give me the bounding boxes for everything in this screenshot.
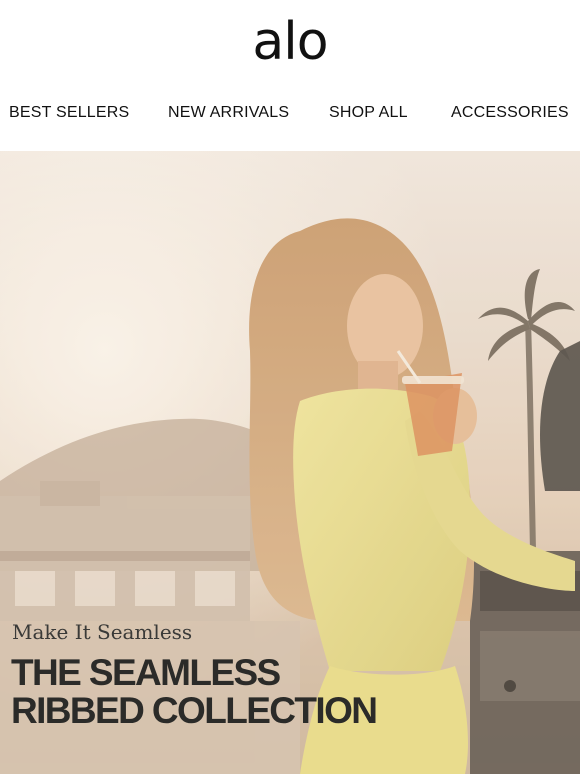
hero-title-line-2: RIBBED COLLECTION [11,690,378,731]
top-navigation: BEST SELLERS NEW ARRIVALS SHOP ALL ACCES… [0,104,580,128]
email-header: alo BEST SELLERS NEW ARRIVALS SHOP ALL A… [0,0,580,150]
nav-accessories[interactable]: ACCESSORIES [451,104,569,122]
hero-title-line-1: THE SEAMLESS [11,652,281,693]
nav-shop-all[interactable]: SHOP ALL [329,104,408,122]
nav-new-arrivals[interactable]: NEW ARRIVALS [168,104,289,122]
brand-logo[interactable]: alo [0,2,580,82]
nav-best-sellers[interactable]: BEST SELLERS [9,104,129,122]
hero-subtitle: Make It Seamless [12,620,193,644]
hero-title[interactable]: THE SEAMLESS RIBBED COLLECTION [11,654,511,730]
